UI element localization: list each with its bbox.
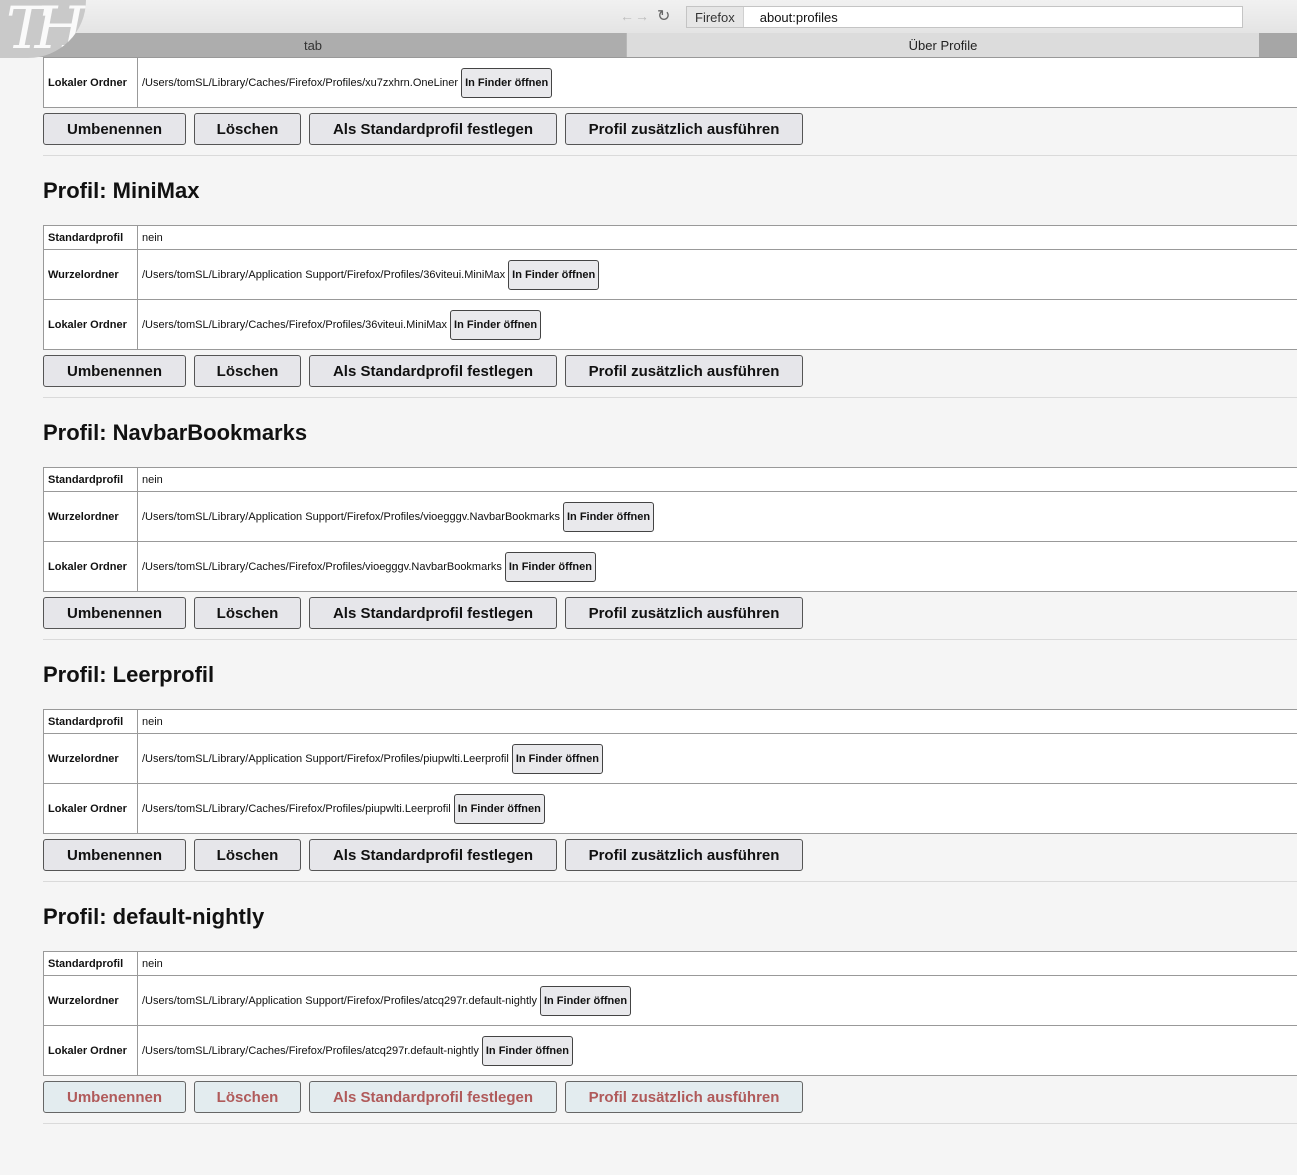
local-dir-label: Lokaler Ordner [43, 783, 138, 834]
local-dir-path: /Users/tomSL/Library/Caches/Firefox/Prof… [142, 318, 448, 331]
local-dir-path: /Users/tomSL/Library/Caches/Firefox/Prof… [142, 560, 502, 573]
open-finder-button[interactable]: In Finder öffnen [511, 743, 603, 774]
rename-button-disabled: Umbenennen [43, 1081, 186, 1113]
set-default-button[interactable]: Als Standardprofil festlegen [309, 839, 557, 871]
run-profile-button[interactable]: Profil zusätzlich ausführen [565, 113, 803, 145]
local-dir-path: /Users/tomSL/Library/Caches/Firefox/Prof… [142, 1044, 479, 1057]
tab-strip-end [1259, 33, 1297, 57]
run-profile-button[interactable]: Profil zusätzlich ausführen [565, 355, 803, 387]
rename-button[interactable]: Umbenennen [43, 113, 186, 145]
reload-icon[interactable]: ↻ [657, 6, 670, 26]
tab-strip: tab Über Profile [0, 33, 1297, 57]
root-dir-path: /Users/tomSL/Library/Application Support… [142, 994, 537, 1007]
profile-title: Profil: MiniMax [43, 178, 200, 203]
default-profile-label: Standardprofil [43, 225, 138, 250]
open-finder-button[interactable]: In Finder öffnen [539, 985, 632, 1016]
set-default-button-disabled: Als Standardprofil festlegen [309, 1081, 557, 1113]
open-finder-button[interactable]: In Finder öffnen [562, 501, 655, 532]
run-profile-button[interactable]: Profil zusätzlich ausführen [565, 597, 803, 629]
default-profile-value: nein [137, 951, 1297, 976]
profile-actions: Umbenennen Löschen Als Standardprofil fe… [43, 350, 1297, 398]
profile-actions: Umbenennen Löschen Als Standardprofil fe… [43, 834, 1297, 882]
delete-button[interactable]: Löschen [194, 355, 301, 387]
profile-section-current: Profil: default-nightly Standardprofil ne… [43, 882, 1297, 1124]
open-finder-button[interactable]: In Finder öffnen [453, 793, 545, 824]
profile-section: Profil: Leerprofil Standardprofil nein Wu… [43, 640, 1297, 882]
open-finder-button[interactable]: In Finder öffnen [508, 259, 600, 290]
root-dir-label: Wurzelordner [43, 975, 138, 1026]
logo-text: TH [6, 0, 85, 58]
root-dir-path: /Users/tomSL/Library/Application Support… [142, 510, 560, 523]
rename-button[interactable]: Umbenennen [43, 839, 186, 871]
set-default-button[interactable]: Als Standardprofil festlegen [309, 113, 557, 145]
local-dir-label: Lokaler Ordner [43, 57, 138, 108]
profile-info-table: Standardprofil nein Wurzelordner/Users/to… [43, 709, 1297, 834]
open-finder-button[interactable]: In Finder öffnen [461, 67, 553, 98]
local-dir-path: /Users/tomSL/Library/Caches/Firefox/Prof… [142, 802, 451, 815]
profile-section: Profil: MiniMax Standardprofil nein Wurze… [43, 156, 1297, 398]
back-forward-icon[interactable]: ←→ [620, 8, 650, 24]
local-dir-label: Lokaler Ordner [43, 299, 138, 350]
open-finder-button[interactable]: In Finder öffnen [481, 1035, 573, 1066]
default-profile-label: Standardprofil [43, 467, 138, 492]
profile-partial: Lokaler Ordner /Users/tomSL/Library/Cach… [43, 57, 1297, 1124]
default-profile-label: Standardprofil [43, 709, 138, 734]
delete-button[interactable]: Löschen [194, 113, 301, 145]
delete-button-disabled: Löschen [194, 1081, 301, 1113]
set-default-button[interactable]: Als Standardprofil festlegen [309, 355, 557, 387]
run-profile-button-disabled: Profil zusätzlich ausführen [565, 1081, 803, 1113]
profile-title: Profil: Leerprofil [43, 662, 215, 687]
profile-actions: Umbenennen Löschen Als Standardprofil fe… [43, 592, 1297, 640]
profile-actions: Umbenennen Löschen Als Standardprofil fe… [43, 108, 1297, 156]
tab-about-profiles[interactable]: Über Profile [627, 33, 1259, 57]
rename-button[interactable]: Umbenennen [43, 355, 186, 387]
root-dir-label: Wurzelordner [43, 491, 138, 542]
rename-button[interactable]: Umbenennen [43, 597, 186, 629]
firefox-logo: TH [0, 0, 86, 58]
profile-section: Profil: NavbarBookmarks Standardprofil ne… [43, 398, 1297, 640]
default-profile-value: nein [137, 467, 1297, 492]
root-dir-label: Wurzelordner [43, 733, 138, 784]
url-bar[interactable]: Firefox about:profiles [686, 6, 1243, 28]
profile-info-table: Lokaler Ordner /Users/tomSL/Library/Cach… [43, 57, 1297, 108]
set-default-button[interactable]: Als Standardprofil festlegen [309, 597, 557, 629]
identity-label[interactable]: Firefox [687, 7, 744, 27]
local-dir-label: Lokaler Ordner [43, 541, 138, 592]
delete-button[interactable]: Löschen [194, 597, 301, 629]
profile-title: Profil: NavbarBookmarks [43, 420, 308, 445]
profile-info-table: Standardprofil nein Wurzelordner/Users/to… [43, 225, 1297, 350]
run-profile-button[interactable]: Profil zusätzlich ausführen [565, 839, 803, 871]
local-dir-label: Lokaler Ordner [43, 1025, 138, 1076]
open-finder-button[interactable]: In Finder öffnen [504, 551, 596, 582]
local-dir-path: /Users/tomSL/Library/Caches/Firefox/Prof… [142, 76, 459, 89]
default-profile-value: nein [137, 709, 1297, 734]
tab-tab[interactable]: tab [0, 33, 626, 57]
profile-actions: Umbenennen Löschen Als Standardprofil fe… [43, 1076, 1297, 1124]
url-text[interactable]: about:profiles [744, 10, 838, 25]
default-profile-value: nein [137, 225, 1297, 250]
open-finder-button[interactable]: In Finder öffnen [450, 309, 542, 340]
delete-button[interactable]: Löschen [194, 839, 301, 871]
profile-title: Profil: default-nightly [43, 904, 265, 929]
browser-toolbar: ←→ ↻ Firefox about:profiles [0, 0, 1297, 33]
root-dir-path: /Users/tomSL/Library/Application Support… [142, 268, 506, 281]
root-dir-label: Wurzelordner [43, 249, 138, 300]
profile-info-table: Standardprofil nein Wurzelordner/Users/to… [43, 467, 1297, 592]
root-dir-path: /Users/tomSL/Library/Application Support… [142, 752, 509, 765]
default-profile-label: Standardprofil [43, 951, 138, 976]
profile-info-table: Standardprofil nein Wurzelordner/Users/to… [43, 951, 1297, 1076]
